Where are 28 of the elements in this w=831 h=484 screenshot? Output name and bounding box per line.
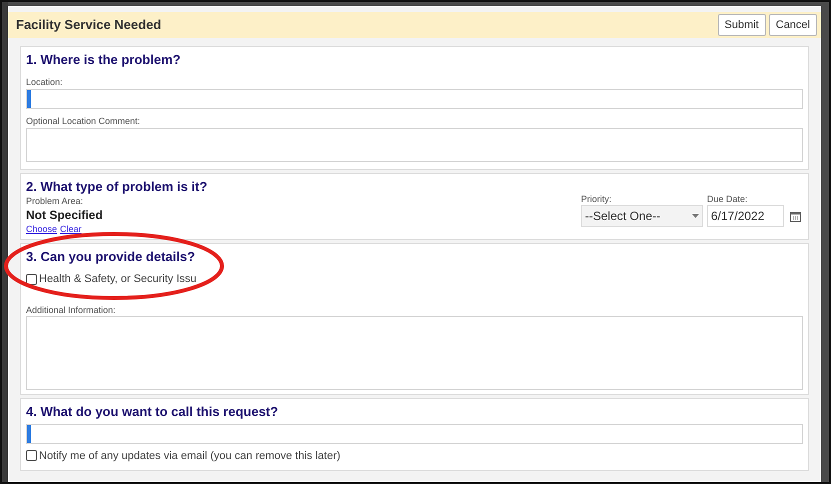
dialog-title: Facility Service Needed <box>16 16 162 34</box>
input-field[interactable] <box>26 89 803 109</box>
field-label: Additional Information: <box>26 304 117 316</box>
checkbox[interactable] <box>26 450 37 462</box>
field-label: Priority: <box>581 193 613 205</box>
text-area[interactable] <box>26 128 803 162</box>
choose-link[interactable]: Choose <box>26 223 58 235</box>
section-heading: 1. Where is the problem? <box>26 52 182 68</box>
text-area[interactable] <box>26 316 803 390</box>
section-heading: 2. What type of problem is it? <box>26 179 208 195</box>
field-label: Location: <box>26 76 64 88</box>
field-label: Optional Location Comment: <box>26 115 142 127</box>
field-label: Problem Area: <box>26 195 84 207</box>
due-date-field[interactable]: 6/17/2022 <box>707 205 784 227</box>
input-field[interactable] <box>26 424 803 444</box>
section-heading: 3. Can you provide details? <box>26 249 196 265</box>
submit-button[interactable]: Submit <box>718 14 766 36</box>
clear-link[interactable]: Clear <box>60 223 82 235</box>
dropdown-caret-icon <box>692 214 699 218</box>
problem-area-value: Not Specified <box>26 207 104 223</box>
field-label: Due Date: <box>707 193 749 205</box>
checkbox[interactable] <box>26 274 37 285</box>
checkbox-label: Health & Safety, or Security Issu <box>39 272 197 287</box>
priority-select[interactable]: --Select One-- <box>581 205 703 227</box>
cancel-button[interactable]: Cancel <box>768 14 817 36</box>
calendar-icon[interactable] <box>790 211 801 222</box>
checkbox-label: Notify me of any updates via email (you can remove this later) <box>39 448 340 464</box>
section-heading: 4. What do you want to call this request? <box>26 404 280 420</box>
